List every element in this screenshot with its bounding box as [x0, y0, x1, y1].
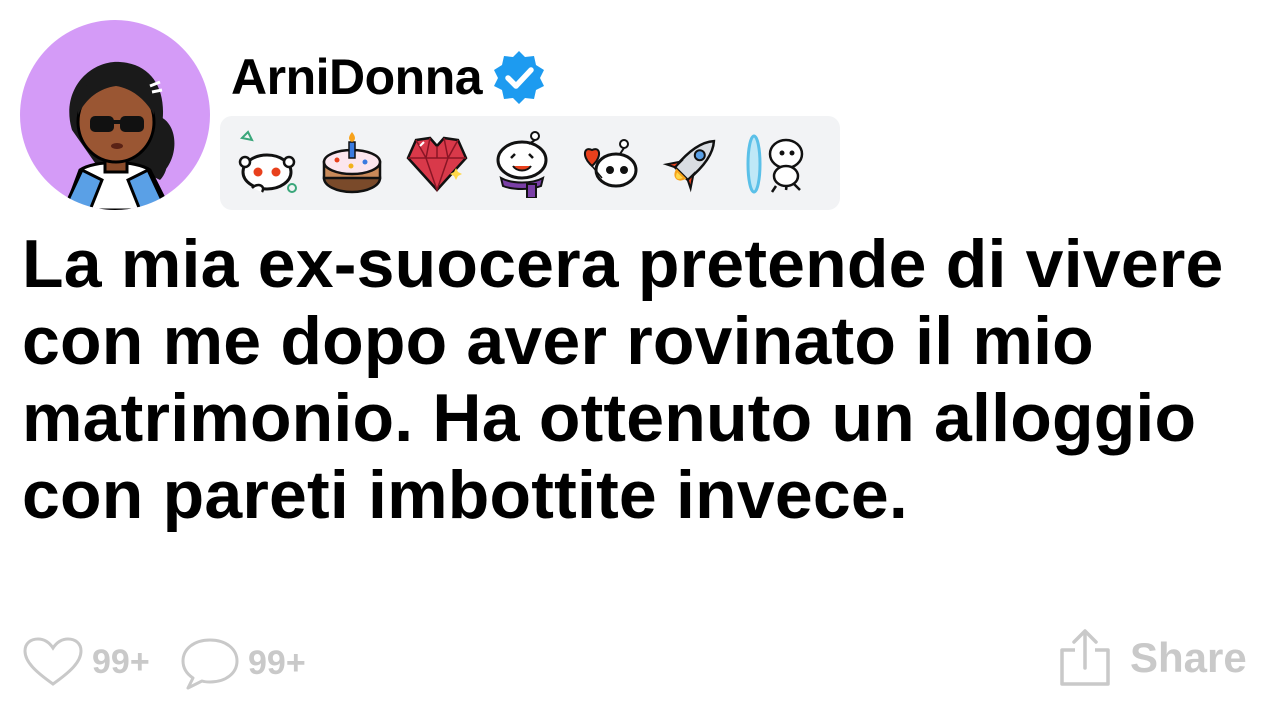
comment-button[interactable]: 99+ [180, 636, 306, 690]
verified-badge-icon [494, 51, 545, 104]
snoo-confused-icon [228, 124, 306, 202]
cake-icon [313, 124, 391, 202]
comment-count: 99+ [248, 643, 306, 682]
comment-bubble-icon [181, 638, 239, 690]
snoo-portal-icon [738, 124, 816, 202]
avatar[interactable] [20, 20, 210, 210]
action-bar: 99+ 99+ Share [0, 628, 1280, 698]
snoo-heart-balloon-icon [568, 124, 646, 202]
avatar-cartoon-girl-icon [63, 61, 175, 210]
like-count: 99+ [92, 642, 150, 681]
post-card: ArniDonna La mia ex-suocera pretende di … [0, 0, 1280, 720]
share-button[interactable]: Share [1058, 628, 1247, 688]
username-row: ArniDonna [231, 46, 548, 108]
heart-icon [23, 637, 83, 686]
rocket-icon [653, 124, 731, 202]
crystal-heart-icon [398, 124, 476, 202]
snoo-scarf-icon [483, 124, 561, 202]
username[interactable]: ArniDonna [231, 52, 483, 102]
achievement-badges [220, 116, 840, 210]
share-label: Share [1130, 634, 1247, 681]
like-button[interactable]: 99+ [22, 636, 150, 688]
post-title: La mia ex-suocera pretende di vivere con… [22, 226, 1224, 533]
share-icon [1060, 629, 1110, 686]
